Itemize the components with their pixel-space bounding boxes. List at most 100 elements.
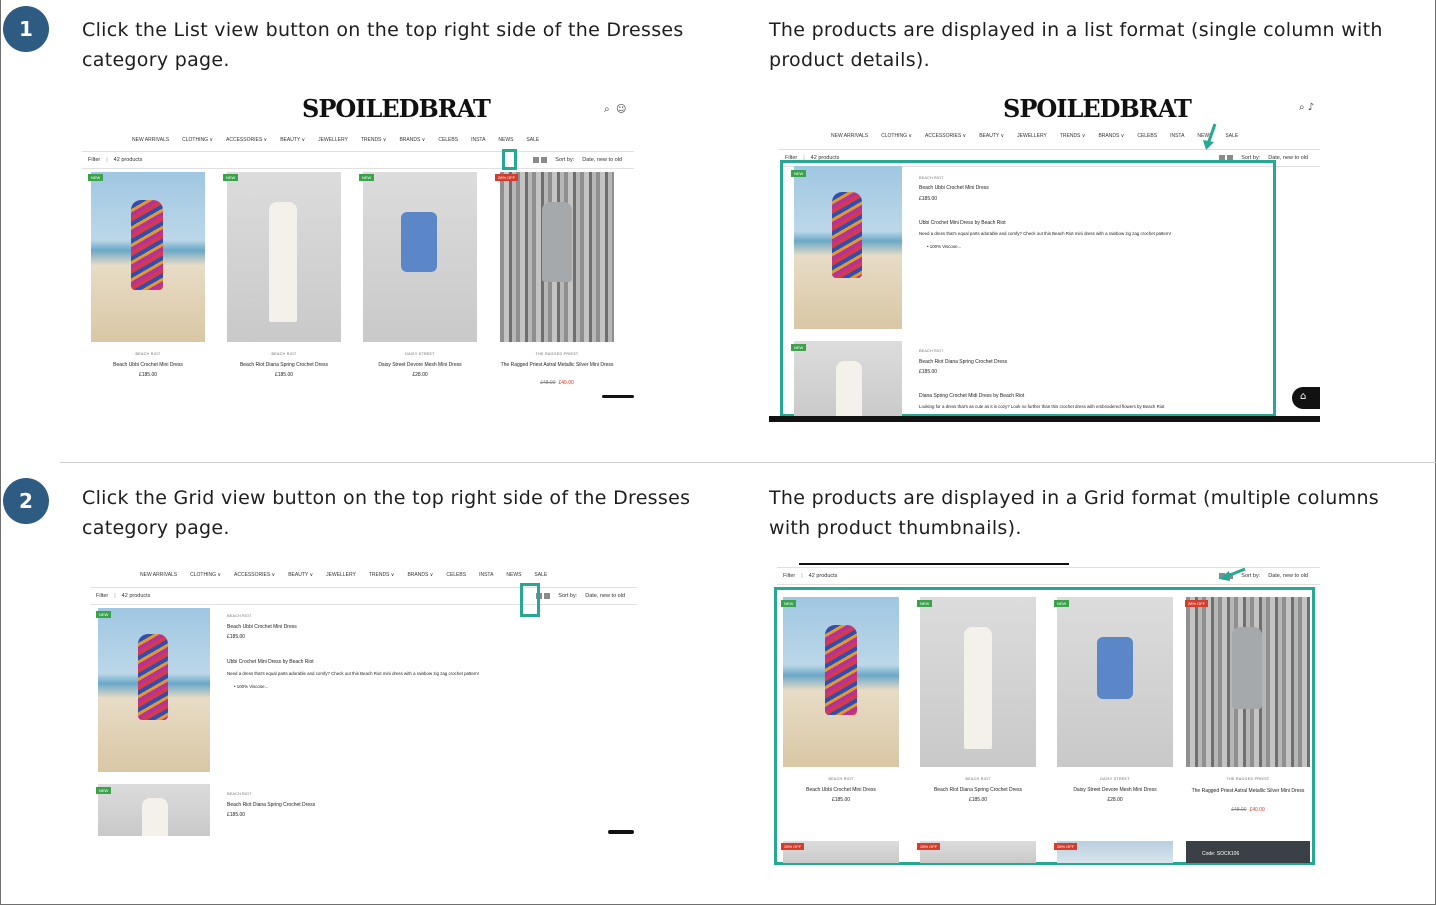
nav-item[interactable]: BEAUTY ∨ [288, 572, 313, 578]
chat-widget-icon[interactable]: ⌂ [1292, 387, 1320, 409]
new-badge: NEW [781, 600, 797, 607]
filter-button[interactable]: Filter [88, 157, 100, 163]
nav-item[interactable]: NEW ARRIVALS [132, 137, 169, 143]
product-name[interactable]: Beach Riot Diana Spring Crochet Dress [218, 362, 350, 368]
nav-item[interactable]: NEWS [506, 572, 521, 578]
nav-item[interactable]: BRANDS ∨ [399, 137, 425, 143]
nav-item[interactable]: INSTA [479, 572, 493, 578]
nav-item[interactable]: ACCESSORIES ∨ [925, 133, 966, 139]
list-product-price: £185.00 [919, 369, 938, 375]
nav-item[interactable]: SALE [534, 572, 547, 578]
product-price: £185.00 [138, 372, 158, 378]
product-image[interactable] [91, 172, 205, 342]
chat-widget-edge [602, 395, 634, 398]
discount-badge: 28% OFF [1185, 600, 1209, 607]
shop-nav: NEW ARRIVALS CLOTHING ∨ ACCESSORIES ∨ BE… [132, 137, 539, 143]
view-toggle-icons[interactable] [533, 157, 548, 163]
product-image[interactable] [783, 597, 899, 767]
list-product-bullet: • 100% Viscose... [234, 684, 269, 689]
step-expected-text: The products are displayed in a list for… [769, 19, 1383, 71]
product-image[interactable] [500, 172, 614, 342]
nav-item[interactable]: JEWELLERY [318, 137, 348, 143]
grid-view-highlight [520, 583, 540, 617]
product-brand: DAISY STREET [405, 352, 435, 356]
product-name[interactable]: Daisy Street Devore Mesh Mini Dress [1049, 787, 1181, 793]
sort-select[interactable]: Date, new to old [1268, 573, 1308, 579]
list-product-price: £185.00 [919, 196, 938, 202]
product-count: 42 products [113, 157, 143, 163]
product-brand: BEACH RIOT [965, 777, 991, 781]
sort-select[interactable]: Date, new to old [582, 157, 622, 163]
product-brand: BEACH RIOT [135, 352, 161, 356]
nav-item[interactable]: JEWELLERY [326, 572, 356, 578]
product-image[interactable] [98, 784, 210, 836]
product-price: £28.00 [412, 372, 428, 378]
nav-item[interactable]: SALE [526, 137, 539, 143]
product-image[interactable] [920, 597, 1036, 767]
nav-item[interactable]: BRANDS ∨ [1098, 133, 1124, 139]
nav-item[interactable]: CLOTHING ∨ [190, 572, 221, 578]
product-name[interactable]: Beach Ubbi Crochet Mini Dress [82, 362, 214, 368]
nav-item[interactable]: TRENDS ∨ [369, 572, 395, 578]
nav-item[interactable]: SALE [1225, 133, 1238, 139]
nav-item[interactable]: TRENDS ∨ [1060, 133, 1086, 139]
nav-item[interactable]: JEWELLERY [1017, 133, 1047, 139]
promo-banner[interactable]: Code: SOCK106 [1186, 841, 1310, 863]
new-badge: NEW [96, 611, 112, 618]
product-image[interactable] [794, 166, 902, 329]
sort-label: Sort by: [555, 157, 575, 163]
product-image[interactable] [227, 172, 341, 342]
filter-button[interactable]: Filter [96, 593, 108, 599]
nav-item[interactable]: BEAUTY ∨ [979, 133, 1004, 139]
product-price: £185.00 [274, 372, 294, 378]
nav-item[interactable]: ACCESSORIES ∨ [234, 572, 275, 578]
product-image[interactable] [363, 172, 477, 342]
product-name[interactable]: The Ragged Priest Astral Metallic Silver… [494, 362, 620, 368]
nav-item[interactable]: CLOTHING ∨ [182, 137, 213, 143]
nav-item[interactable]: ACCESSORIES ∨ [226, 137, 267, 143]
shop-logo: SPOILEDBRAT [1003, 94, 1192, 123]
new-badge: NEW [791, 170, 807, 177]
nav-item[interactable]: CLOTHING ∨ [881, 133, 912, 139]
list-product-name[interactable]: Beach Riot Diana Spring Crochet Dress [227, 802, 315, 808]
list-product-name[interactable]: Beach Ubbi Crochet Mini Dress [919, 185, 989, 191]
product-price: £28.00 [1107, 797, 1123, 803]
nav-item[interactable]: NEW ARRIVALS [140, 572, 177, 578]
nav-item[interactable]: CELEBS [1137, 133, 1157, 139]
step-expected-text: The products are displayed in a Grid for… [769, 487, 1379, 539]
list-product-name[interactable]: Beach Riot Diana Spring Crochet Dress [919, 359, 1007, 365]
product-brand: DAISY STREET [1100, 777, 1130, 781]
list-product-price: £185.00 [227, 812, 246, 818]
product-price: £48.00 £40.00 [1231, 807, 1265, 813]
product-name[interactable]: Beach Riot Diana Spring Crochet Dress [912, 787, 1044, 793]
product-image[interactable] [1057, 597, 1173, 767]
product-name[interactable]: Beach Ubbi Crochet Mini Dress [775, 787, 907, 793]
new-badge: NEW [88, 174, 104, 181]
nav-item[interactable]: BRANDS ∨ [407, 572, 433, 578]
filter-button[interactable]: Filter [783, 573, 795, 579]
product-image[interactable] [794, 341, 902, 422]
nav-item[interactable]: INSTA [471, 137, 485, 143]
sort-select[interactable]: Date, new to old [585, 593, 625, 599]
new-badge: NEW [359, 174, 375, 181]
screenshot-list-page: SPOILEDBRAT ⌕ ♪ NEW ARRIVALS CLOTHING ∨ … [769, 90, 1320, 422]
nav-item[interactable]: NEW ARRIVALS [831, 133, 868, 139]
chat-widget-edge [608, 830, 634, 834]
product-price: £185.00 [831, 797, 851, 803]
nav-item[interactable]: CELEBS [446, 572, 466, 578]
list-product-subtitle: Ubbi Crochet Mini Dress by Beach Riot [227, 659, 314, 665]
nav-item[interactable]: BEAUTY ∨ [280, 137, 305, 143]
product-name[interactable]: Daisy Street Devore Mesh Mini Dress [354, 362, 486, 368]
header-search-account-icons: ⌕ ☺ [604, 104, 627, 115]
product-image[interactable] [98, 608, 210, 772]
product-name[interactable]: The Ragged Priest Astral Metallic Silver… [1191, 787, 1305, 795]
screenshot-list-page: NEW ARRIVALS CLOTHING ∨ ACCESSORIES ∨ BE… [82, 566, 637, 836]
nav-item[interactable]: INSTA [1170, 133, 1184, 139]
nav-item[interactable]: TRENDS ∨ [361, 137, 387, 143]
page-top-edge [799, 563, 1069, 565]
nav-item[interactable]: NEWS [498, 137, 513, 143]
product-image[interactable] [1186, 597, 1310, 767]
list-product-name[interactable]: Beach Ubbi Crochet Mini Dress [227, 624, 297, 630]
shop-nav: NEW ARRIVALS CLOTHING ∨ ACCESSORIES ∨ BE… [140, 572, 547, 578]
nav-item[interactable]: CELEBS [438, 137, 458, 143]
